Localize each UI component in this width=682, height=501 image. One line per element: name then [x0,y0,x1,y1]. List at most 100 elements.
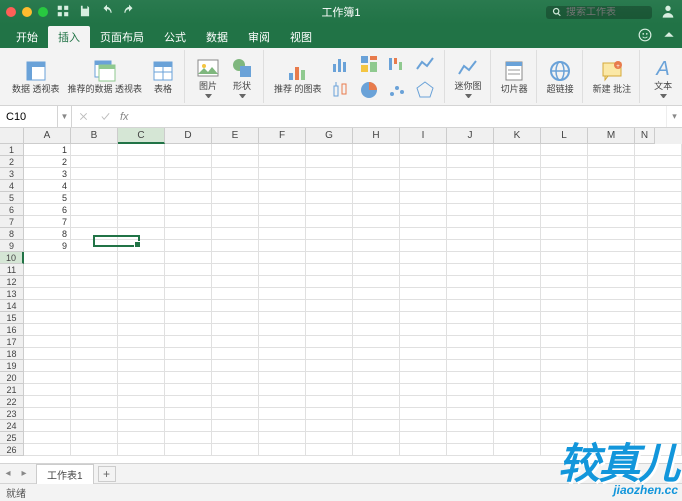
cell[interactable] [400,408,447,420]
cell[interactable] [541,156,588,168]
cell[interactable] [588,372,635,384]
cell[interactable] [353,180,400,192]
cell[interactable] [541,348,588,360]
cell[interactable] [71,360,118,372]
sheet-tab[interactable]: 工作表1 [36,464,94,484]
add-sheet-button[interactable]: + [98,466,116,482]
cell[interactable] [212,312,259,324]
cell[interactable] [306,372,353,384]
cell[interactable] [447,312,494,324]
cell[interactable] [541,264,588,276]
cell[interactable] [259,336,306,348]
cell[interactable] [165,144,212,156]
cell[interactable] [118,408,165,420]
cell[interactable] [165,168,212,180]
cell[interactable] [212,432,259,444]
cell[interactable] [306,444,353,456]
cell[interactable] [588,408,635,420]
cell[interactable] [353,336,400,348]
row-header[interactable]: 16 [0,324,24,336]
tab-layout[interactable]: 页面布局 [90,26,154,48]
cell[interactable] [259,240,306,252]
cell[interactable] [165,300,212,312]
cell[interactable] [24,348,71,360]
cell[interactable] [118,288,165,300]
cell[interactable] [259,444,306,456]
cell[interactable] [541,312,588,324]
cell[interactable] [400,300,447,312]
cell[interactable] [306,312,353,324]
cell[interactable] [118,312,165,324]
cell[interactable] [71,420,118,432]
tab-formula[interactable]: 公式 [154,26,196,48]
hyperlink-button[interactable]: 超链接 [543,57,578,96]
cell[interactable] [494,276,541,288]
cell[interactable] [71,396,118,408]
column-chart-icon[interactable] [328,52,354,76]
col-header[interactable]: E [212,128,259,144]
cell[interactable] [353,288,400,300]
cell[interactable] [447,432,494,444]
cell[interactable] [212,420,259,432]
cell[interactable] [165,216,212,228]
cell[interactable] [212,360,259,372]
cell[interactable] [541,420,588,432]
cell[interactable] [165,408,212,420]
cell[interactable] [165,204,212,216]
cell[interactable] [306,348,353,360]
cell[interactable] [588,396,635,408]
cell[interactable] [400,420,447,432]
row-header[interactable]: 13 [0,288,24,300]
row-header[interactable]: 2 [0,156,24,168]
cell[interactable] [400,396,447,408]
cell[interactable]: 5 [24,192,71,204]
pie-chart-icon[interactable] [356,78,382,102]
cell[interactable] [212,348,259,360]
cell[interactable] [353,312,400,324]
cell[interactable] [635,348,682,360]
cell[interactable] [447,180,494,192]
cell[interactable] [71,324,118,336]
cell[interactable] [212,336,259,348]
cell[interactable] [259,264,306,276]
cell[interactable] [353,396,400,408]
scatter-chart-icon[interactable] [384,78,410,102]
cell[interactable] [447,360,494,372]
cell[interactable] [165,432,212,444]
tab-insert[interactable]: 插入 [48,26,90,48]
cell[interactable] [494,204,541,216]
cell[interactable] [635,180,682,192]
cell[interactable] [400,288,447,300]
cell[interactable] [541,336,588,348]
cell[interactable] [588,168,635,180]
cell[interactable] [588,336,635,348]
cell[interactable] [588,264,635,276]
cell[interactable] [71,216,118,228]
cell[interactable] [588,432,635,444]
cell[interactable] [259,204,306,216]
cell[interactable] [353,300,400,312]
close-icon[interactable] [6,7,16,17]
cell[interactable] [400,312,447,324]
next-sheet-icon[interactable]: ▸ [16,468,32,479]
cell[interactable] [306,180,353,192]
cell[interactable] [353,156,400,168]
cell[interactable] [24,312,71,324]
cell[interactable] [118,216,165,228]
cell[interactable] [259,168,306,180]
cell[interactable] [165,360,212,372]
cell[interactable] [165,264,212,276]
cell[interactable] [353,228,400,240]
cell[interactable] [259,192,306,204]
cell[interactable] [24,324,71,336]
cell[interactable] [259,276,306,288]
cell[interactable] [635,216,682,228]
cell[interactable] [447,384,494,396]
textbox-button[interactable]: A文本 [646,54,680,100]
cell[interactable]: 3 [24,168,71,180]
cell[interactable] [118,192,165,204]
cell[interactable] [259,156,306,168]
row-header[interactable]: 18 [0,348,24,360]
cell[interactable] [400,168,447,180]
hierarchy-chart-icon[interactable] [356,52,382,76]
